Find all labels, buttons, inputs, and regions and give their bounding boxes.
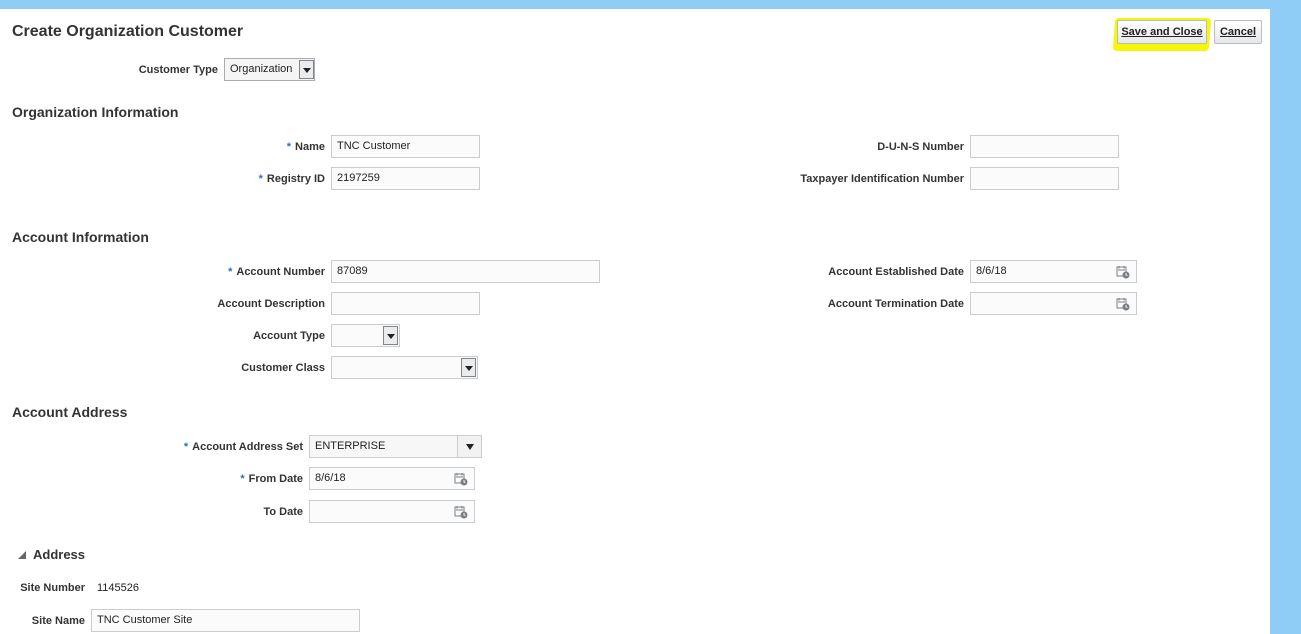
dropdown-arrow-icon[interactable] [383, 326, 398, 345]
required-indicator: * [228, 266, 233, 278]
account-description-label: Account Description [217, 298, 325, 310]
account-description-field[interactable] [331, 292, 480, 315]
site-name-field[interactable]: TNC Customer Site [91, 609, 360, 632]
customer-type-label: Customer Type [138, 64, 218, 76]
dropdown-arrow-icon[interactable] [457, 436, 481, 457]
taxpayer-id-label: Taxpayer Identification Number [800, 173, 964, 185]
to-date-label: To Date [263, 506, 303, 518]
account-number-field[interactable]: 87089 [331, 260, 600, 283]
account-address-heading: Account Address [12, 404, 128, 420]
calendar-icon[interactable] [454, 505, 468, 519]
save-and-close-label: ave and Close [1128, 26, 1203, 38]
account-established-date-field[interactable]: 8/6/18 [970, 260, 1137, 283]
account-established-date-label: Account Established Date [828, 266, 964, 278]
from-date-label: * From Date [240, 473, 303, 485]
dropdown-arrow-icon[interactable] [299, 60, 314, 79]
page-title: Create Organization Customer [12, 23, 244, 40]
main-panel [0, 9, 1270, 634]
account-address-set-select[interactable]: ENTERPRISE [309, 435, 482, 458]
dropdown-arrow-icon[interactable] [461, 358, 476, 377]
registry-id-field[interactable]: 2197259 [331, 167, 480, 190]
site-number-label: Site Number [20, 582, 85, 594]
calendar-icon[interactable] [1116, 297, 1130, 311]
required-indicator: * [240, 473, 245, 485]
account-address-set-value: ENTERPRISE [315, 440, 386, 452]
from-date-field[interactable]: 8/6/18 [309, 467, 475, 490]
address-section-toggle[interactable]: Address [17, 547, 127, 563]
required-indicator: * [183, 441, 189, 453]
account-number-label: * Account Number [228, 266, 325, 278]
cancel-button[interactable]: Cancel [1214, 20, 1262, 44]
duns-number-label: D-U-N-S Number [877, 141, 964, 153]
customer-type-select[interactable]: Organization [224, 58, 315, 81]
account-type-label: Account Type [253, 330, 325, 342]
collapse-triangle-icon [18, 551, 26, 559]
account-address-set-label: * Account Address Set [183, 441, 303, 453]
name-field[interactable]: TNC Customer [331, 135, 480, 158]
account-type-select[interactable] [331, 324, 400, 347]
registry-id-label: * Registry ID [258, 173, 325, 185]
account-established-date-value: 8/6/18 [976, 265, 1007, 277]
organization-information-heading: Organization Information [12, 104, 179, 120]
site-name-label: Site Name [31, 615, 85, 627]
save-and-close-button[interactable]: Save and Close [1117, 20, 1207, 44]
account-termination-date-field[interactable] [970, 292, 1137, 315]
customer-class-label: Customer Class [241, 362, 325, 374]
taxpayer-id-field[interactable] [970, 167, 1119, 190]
account-information-heading: Account Information [12, 229, 149, 245]
to-date-field[interactable] [309, 500, 475, 523]
cancel-accel: C [1219, 26, 1228, 38]
customer-class-select[interactable] [331, 356, 478, 379]
from-date-value: 8/6/18 [315, 472, 346, 484]
site-number-value: 1145526 [97, 582, 140, 594]
duns-number-field[interactable] [970, 135, 1119, 158]
account-termination-date-label: Account Termination Date [827, 298, 964, 310]
customer-type-value: Organization [230, 63, 293, 75]
calendar-icon[interactable] [1116, 265, 1130, 279]
required-indicator: * [286, 141, 292, 153]
name-label: * Name [286, 141, 325, 153]
save-and-close-accel: S [1121, 26, 1129, 38]
cancel-label: ancel [1227, 26, 1257, 38]
required-indicator: * [258, 173, 263, 185]
calendar-icon[interactable] [454, 472, 468, 486]
address-heading: Address [33, 547, 86, 562]
